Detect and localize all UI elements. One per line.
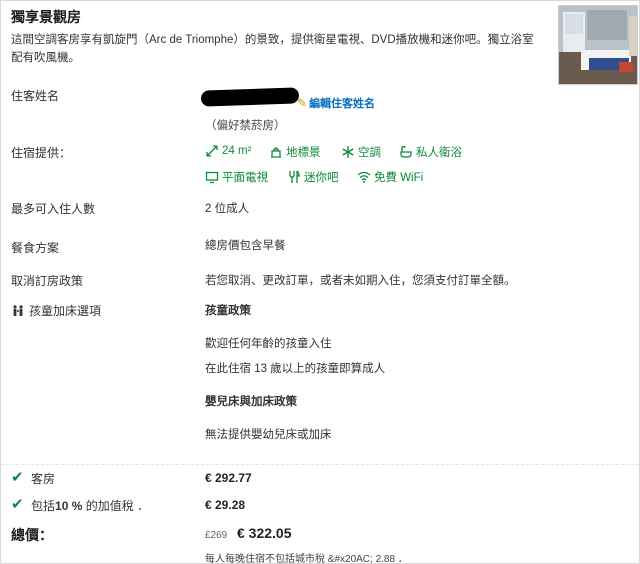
amenity-landmark-view: 地標景 xyxy=(269,144,321,160)
room-photo[interactable] xyxy=(558,5,638,85)
child-policy-line: 歡迎任何年齡的孩童入住 xyxy=(205,338,332,350)
guest-name-label: 住客姓名 xyxy=(11,89,60,103)
amenity-text: 私人衛浴 xyxy=(416,147,462,159)
air-conditioning-icon xyxy=(342,146,354,158)
max-occupancy-label: 最多可入住人數 xyxy=(11,202,96,216)
room-size-icon xyxy=(206,145,218,157)
amenity-text: 迷你吧 xyxy=(304,172,339,184)
total-price: € 322.05 xyxy=(237,525,292,541)
smoking-preference: （偏好禁菸房） xyxy=(205,120,286,132)
amenity-wifi: 免費 WiFi xyxy=(357,169,423,185)
amenity-text: 地標景 xyxy=(286,147,321,159)
cancellation-value: 若您取消、更改訂單，或者未如期入住，您須支付訂單全額。 xyxy=(205,275,516,287)
section-divider xyxy=(1,464,639,465)
room-card: 獨享景觀房 這間空調客房享有凱旋門（Arc de Triomphe）的景致，提供… xyxy=(0,0,640,564)
flat-tv-icon xyxy=(205,171,219,184)
amenity-text: 空調 xyxy=(358,147,381,159)
child-policy-line: 在此住宿 13 歲以上的孩童即算成人 xyxy=(205,363,386,375)
private-bathroom-icon xyxy=(400,145,412,158)
room-price-label: 客房 xyxy=(31,472,56,486)
family-icon xyxy=(13,304,23,316)
minibar-icon xyxy=(289,170,300,183)
children-beds-text: 孩童加床選項 xyxy=(29,304,102,318)
vat-percent: 10 % xyxy=(55,499,83,513)
vat-value: € 29.28 xyxy=(205,498,246,512)
child-policy-title: 孩童政策 xyxy=(205,305,251,317)
pencil-icon: ✎ xyxy=(297,96,308,110)
max-occupancy-value: 2 位成人 xyxy=(205,203,250,215)
vat-label: 包括10 % 的加值稅 ． xyxy=(31,497,149,514)
meal-plan-value: 總房價包含早餐 xyxy=(205,240,286,252)
crib-policy-title: 嬰兒床與加床政策 xyxy=(205,396,297,408)
city-tax-note: 每人每晚住宿不包括城市稅 &#x20AC; 2.88 ． xyxy=(205,554,408,564)
landmark-view-icon xyxy=(271,147,281,158)
redacted-guest-name xyxy=(200,87,300,107)
children-beds-label: 孩童加床選項 xyxy=(11,302,101,319)
vat-suffix: 的加值稅 ． xyxy=(85,499,150,513)
cancellation-label: 取消訂房政策 xyxy=(11,274,84,288)
vat-prefix: 包括 xyxy=(31,499,56,513)
edit-guest-name-link[interactable]: ✎ 編輯住客姓名 xyxy=(297,95,375,111)
meal-plan-label: 餐食方案 xyxy=(11,241,60,255)
amenities-label: 住宿提供： xyxy=(11,146,72,160)
edit-guest-name-text: 編輯住客姓名 xyxy=(309,98,376,110)
room-title: 獨享景觀房 xyxy=(11,9,81,25)
room-price-value: € 292.77 xyxy=(205,471,252,485)
wifi-icon xyxy=(357,171,371,183)
total-label: 總價： xyxy=(11,527,53,543)
amenity-private-bathroom: 私人衛浴 xyxy=(399,144,462,160)
room-description: 這間空調客房享有凱旋門（Arc de Triomphe）的景致，提供衛星電視、D… xyxy=(11,34,534,64)
amenity-text: 免費 WiFi xyxy=(374,172,424,184)
original-price: £269 xyxy=(205,530,228,541)
check-icon: ✔ xyxy=(11,496,24,513)
amenity-text: 24 m² xyxy=(222,145,252,157)
crib-policy-line: 無法提供嬰幼兒床或加床 xyxy=(205,429,332,441)
amenity-air-conditioning: 空調 xyxy=(341,144,381,160)
amenity-flat-tv: 平面電視 xyxy=(205,169,268,185)
amenity-room-size: 24 m² xyxy=(205,144,251,158)
amenity-text: 平面電視 xyxy=(222,172,268,184)
check-icon: ✔ xyxy=(11,469,24,486)
amenity-minibar: 迷你吧 xyxy=(287,169,339,185)
